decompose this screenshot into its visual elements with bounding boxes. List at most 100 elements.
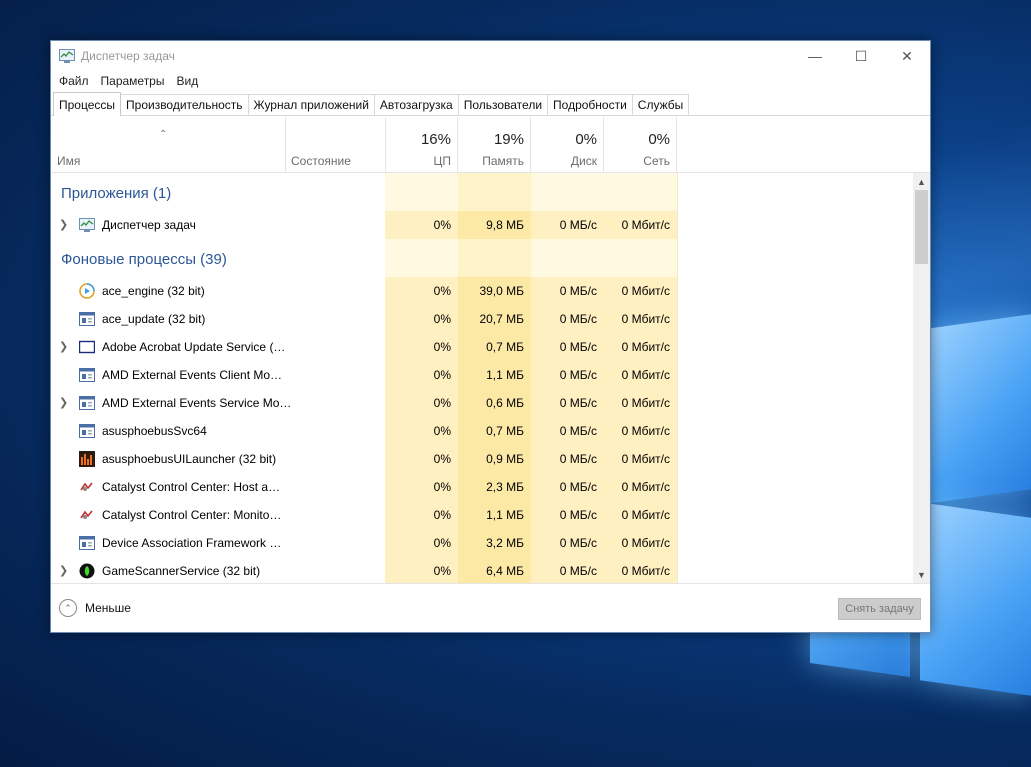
column-header-network[interactable]: 0% Сеть xyxy=(604,117,677,172)
disk-value: 0 МБ/с xyxy=(559,480,597,494)
memory-value: 0,6 МБ xyxy=(486,396,524,410)
network-value: 0 Мбит/с xyxy=(621,452,670,466)
disk-value: 0 МБ/с xyxy=(559,424,597,438)
footer-bar: ⌃ Меньше Снять задачу xyxy=(51,583,930,633)
column-header-cpu[interactable]: 16% ЦП xyxy=(385,117,458,172)
cpu-value: 0% xyxy=(433,564,451,578)
cpu-value: 0% xyxy=(433,368,451,382)
process-row[interactable]: Device Association Framework … 0% 3,2 МБ 0 … xyxy=(51,529,677,557)
disk-value: 0 МБ/с xyxy=(559,368,597,382)
process-row[interactable]: asusphoebusUILauncher (32 bit) 0% 0,9 МБ 0 … xyxy=(51,445,677,473)
process-name: Catalyst Control Center: Host a… xyxy=(102,480,281,494)
process-row[interactable]: AMD External Events Client Mo… 0% 1,1 МБ 0 … xyxy=(51,361,677,389)
menu-file[interactable]: Файл xyxy=(53,74,95,88)
razer-icon xyxy=(79,563,95,579)
memory-value: 9,8 МБ xyxy=(486,218,524,232)
tab-strip: Процессы Производительность Журнал прило… xyxy=(51,91,930,116)
minimize-button[interactable]: — xyxy=(792,41,838,71)
tab-app-history[interactable]: Журнал приложений xyxy=(247,94,375,115)
scroll-thumb[interactable] xyxy=(915,190,928,264)
expand-chevron-icon[interactable]: ❯ xyxy=(59,218,68,231)
vertical-scrollbar[interactable]: ▲ ▼ xyxy=(913,173,930,583)
scroll-up-icon[interactable]: ▲ xyxy=(913,173,930,190)
memory-value: 39,0 МБ xyxy=(479,284,524,298)
process-name: Device Association Framework … xyxy=(102,536,282,550)
network-value: 0 Мбит/с xyxy=(621,564,670,578)
column-header-name[interactable]: ⌃ Имя xyxy=(51,117,286,172)
process-row[interactable]: asusphoebusSvc64 0% 0,7 МБ 0 МБ/с 0 Мбит/с xyxy=(51,417,677,445)
memory-value: 0,7 МБ xyxy=(486,424,524,438)
generic-app-icon xyxy=(79,423,95,439)
tab-performance[interactable]: Производительность xyxy=(120,94,249,115)
task-manager-icon xyxy=(59,49,75,63)
tab-users[interactable]: Пользователи xyxy=(457,94,549,115)
process-name: ace_engine (32 bit) xyxy=(102,284,205,298)
generic-app-icon xyxy=(79,367,95,383)
process-name: Catalyst Control Center: Monito… xyxy=(102,508,282,522)
generic-app-icon xyxy=(79,311,95,327)
task-manager-window: Диспетчер задач — ☐ ✕ Файл Параметры Вид… xyxy=(50,40,931,633)
process-row[interactable]: ❯ GameScannerService (32 bit) 0% 6,4 МБ 0 МБ… xyxy=(51,557,677,583)
network-value: 0 Мбит/с xyxy=(621,218,670,232)
disk-value: 0 МБ/с xyxy=(559,564,597,578)
process-row[interactable]: ace_engine (32 bit) 0% 39,0 МБ 0 МБ/с 0 Мбит… xyxy=(51,277,677,305)
cpu-value: 0% xyxy=(433,218,451,232)
title-bar[interactable]: Диспетчер задач — ☐ ✕ xyxy=(51,41,930,71)
memory-value: 1,1 МБ xyxy=(486,508,524,522)
column-header-status[interactable]: Состояние xyxy=(285,117,386,172)
cpu-value: 0% xyxy=(433,312,451,326)
expand-chevron-icon[interactable]: ❯ xyxy=(59,340,68,353)
expand-chevron-icon[interactable]: ❯ xyxy=(59,564,68,577)
tab-processes[interactable]: Процессы xyxy=(53,92,122,116)
memory-value: 6,4 МБ xyxy=(486,564,524,578)
process-row[interactable]: ace_update (32 bit) 0% 20,7 МБ 0 МБ/с 0 Мбит… xyxy=(51,305,677,333)
network-value: 0 Мбит/с xyxy=(621,508,670,522)
expand-chevron-icon[interactable]: ❯ xyxy=(59,396,68,409)
process-name: GameScannerService (32 bit) xyxy=(102,564,261,578)
disk-value: 0 МБ/с xyxy=(559,218,597,232)
fewer-details-button[interactable]: ⌃ Меньше xyxy=(59,599,131,617)
cpu-value: 0% xyxy=(433,536,451,550)
ace-engine-icon xyxy=(79,283,95,299)
tab-startup[interactable]: Автозагрузка xyxy=(373,94,459,115)
cpu-value: 0% xyxy=(433,396,451,410)
column-header-disk[interactable]: 0% Диск xyxy=(531,117,604,172)
process-name: Adobe Acrobat Update Service (… xyxy=(102,340,286,354)
menu-bar: Файл Параметры Вид xyxy=(51,71,930,91)
disk-value: 0 МБ/с xyxy=(559,508,597,522)
catalyst-icon xyxy=(79,479,95,495)
cpu-value: 0% xyxy=(433,508,451,522)
process-row[interactable]: ❯ Диспетчер задач 0% 9,8 МБ 0 МБ/с 0 Мбит/с xyxy=(51,211,677,239)
tab-details[interactable]: Подробности xyxy=(547,94,633,115)
menu-view[interactable]: Вид xyxy=(170,74,204,88)
column-header-row: ⌃ Имя Состояние 16% ЦП 19% Память 0% Дис… xyxy=(51,117,930,173)
disk-value: 0 МБ/с xyxy=(559,340,597,354)
process-row[interactable]: ❯ Adobe Acrobat Update Service (… 0% 0,7 МБ… xyxy=(51,333,677,361)
process-row[interactable]: Catalyst Control Center: Monito… 0% 1,1 МБ… xyxy=(51,501,677,529)
memory-value: 0,7 МБ xyxy=(486,340,524,354)
cpu-value: 0% xyxy=(433,284,451,298)
tab-services[interactable]: Службы xyxy=(631,94,690,115)
task-manager-icon xyxy=(79,217,95,233)
menu-options[interactable]: Параметры xyxy=(95,74,171,88)
column-header-memory[interactable]: 19% Память xyxy=(458,117,531,172)
scroll-down-icon[interactable]: ▼ xyxy=(913,566,930,583)
end-task-button[interactable]: Снять задачу xyxy=(838,598,921,620)
cpu-value: 0% xyxy=(433,424,451,438)
network-value: 0 Мбит/с xyxy=(621,424,670,438)
process-row[interactable]: Catalyst Control Center: Host a… 0% 2,3 МБ… xyxy=(51,473,677,501)
chevron-up-circle-icon: ⌃ xyxy=(59,599,77,617)
network-value: 0 Мбит/с xyxy=(621,340,670,354)
process-row[interactable]: ❯ AMD External Events Service Mo… 0% 0,6 МБ… xyxy=(51,389,677,417)
memory-value: 2,3 МБ xyxy=(486,480,524,494)
network-value: 0 Мбит/с xyxy=(621,396,670,410)
maximize-button[interactable]: ☐ xyxy=(838,41,884,71)
cpu-value: 0% xyxy=(433,452,451,466)
cpu-value: 0% xyxy=(433,340,451,354)
group-heading-apps: Приложения (1) xyxy=(61,185,172,202)
group-heading-background: Фоновые процессы (39) xyxy=(61,251,227,268)
memory-value: 1,1 МБ xyxy=(486,368,524,382)
disk-value: 0 МБ/с xyxy=(559,452,597,466)
close-button[interactable]: ✕ xyxy=(884,41,930,71)
process-name: AMD External Events Client Mo… xyxy=(102,368,283,382)
